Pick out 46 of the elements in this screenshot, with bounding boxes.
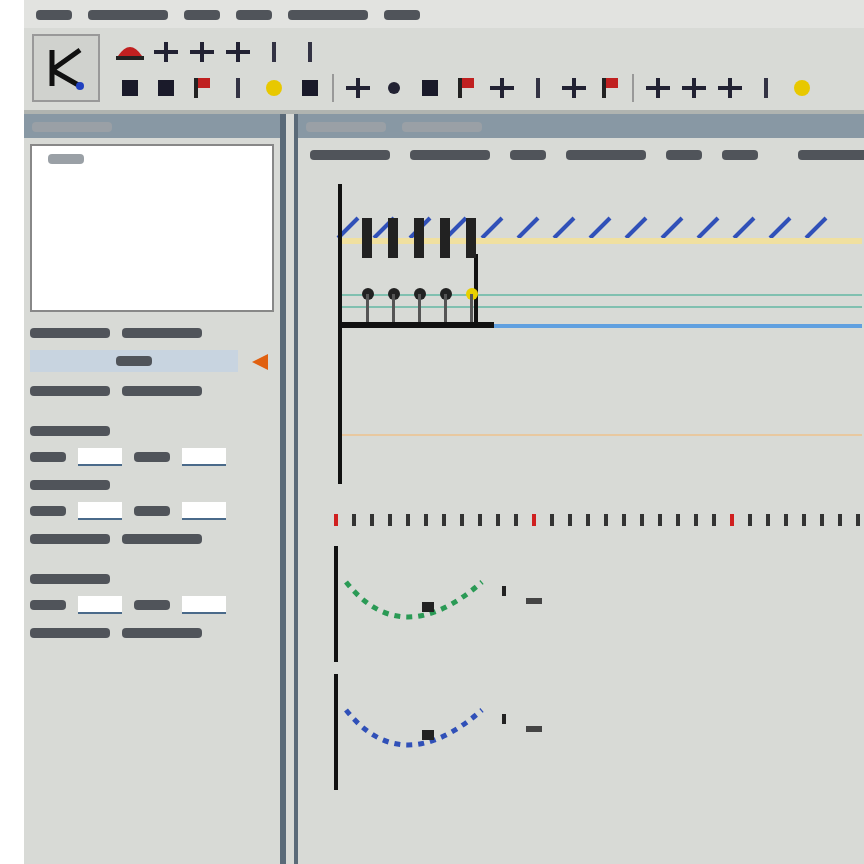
blurred-text [30, 573, 110, 583]
blurred-text [122, 533, 202, 543]
input-field[interactable] [78, 448, 122, 466]
blurred-text [122, 385, 202, 395]
input-field[interactable] [182, 448, 226, 466]
blurred-text [30, 627, 110, 637]
menu-item[interactable] [384, 9, 420, 19]
blurred-text [134, 600, 170, 610]
tool-button[interactable] [32, 34, 100, 102]
input-field[interactable] [78, 502, 122, 520]
pointer-icon [250, 351, 270, 371]
blurred-text [134, 506, 170, 516]
input-field[interactable] [78, 596, 122, 614]
blurred-text [30, 600, 66, 610]
toolbar-item[interactable] [310, 149, 390, 159]
tick-icon [271, 41, 275, 61]
toolbar-item[interactable] [666, 149, 702, 159]
blurred-text [116, 356, 152, 366]
toolbar-item[interactable] [510, 149, 546, 159]
blurred-text [122, 627, 202, 637]
blurred-text [48, 154, 84, 164]
blurred-text [30, 425, 110, 435]
blurred-text [30, 506, 66, 516]
input-field[interactable] [182, 502, 226, 520]
select-button[interactable] [30, 350, 238, 372]
menu-item[interactable] [288, 9, 368, 19]
blurred-text [30, 479, 110, 489]
menu-item[interactable] [88, 9, 168, 19]
toolbar-item[interactable] [722, 149, 758, 159]
menu-item[interactable] [184, 9, 220, 19]
blurred-text [134, 452, 170, 462]
input-field[interactable] [182, 596, 226, 614]
toolbar-item[interactable] [566, 149, 646, 159]
toolbar-item[interactable] [798, 149, 864, 159]
toolbar-item[interactable] [410, 149, 490, 159]
menu-item[interactable] [36, 9, 72, 19]
tick-icon [535, 77, 539, 97]
menu-item[interactable] [236, 9, 272, 19]
tick-icon [307, 41, 311, 61]
tick-icon [763, 77, 767, 97]
blurred-text [30, 452, 66, 462]
blurred-text [30, 533, 110, 543]
blurred-text [30, 385, 110, 395]
blurred-text [30, 327, 110, 337]
tick-icon [235, 77, 239, 97]
blurred-text [122, 327, 202, 337]
